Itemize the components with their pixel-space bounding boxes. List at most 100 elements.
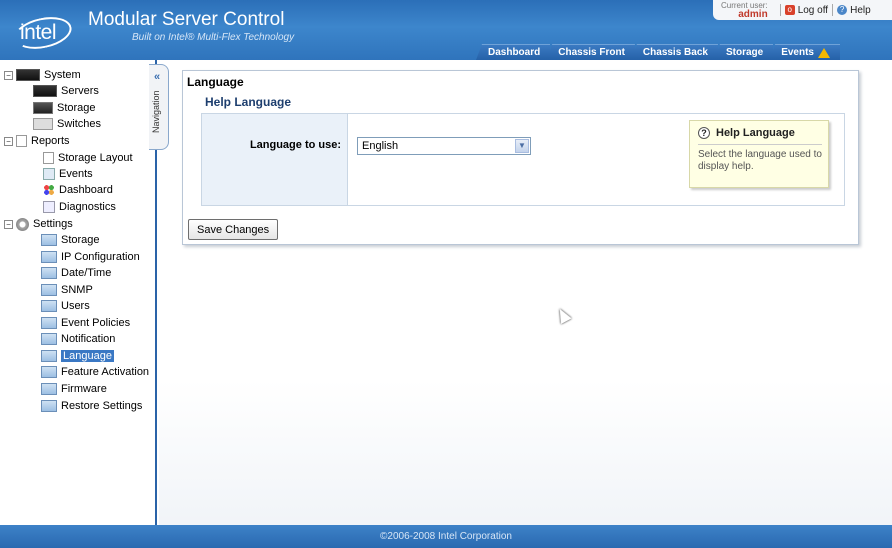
app-title: Modular Server Control xyxy=(88,9,285,30)
sidebar-item-label: Storage Layout xyxy=(58,152,133,164)
language-panel: Language Help Language Language to use: … xyxy=(182,70,859,245)
logoff-label: Log off xyxy=(797,4,829,16)
help-tooltip-heading: Help Language xyxy=(716,127,795,139)
sidebar-item-storage[interactable]: Storage xyxy=(33,100,96,116)
tab-events[interactable]: Events xyxy=(769,44,840,60)
sidebar-item-label: System xyxy=(44,69,81,81)
sidebar-item-ip-configuration[interactable]: IP Configuration xyxy=(41,249,140,265)
sidebar-item-label: Event Policies xyxy=(61,317,131,329)
help-tooltip-text: Select the language used to display help… xyxy=(698,149,822,172)
server-icon xyxy=(33,85,57,97)
sidebar-item-label: Language xyxy=(61,350,114,362)
sidebar-item-settings-storage[interactable]: Storage xyxy=(41,232,100,248)
tab-chassis-back[interactable]: Chassis Back xyxy=(630,44,718,60)
sidebar-item-label: Dashboard xyxy=(59,184,113,196)
divider xyxy=(698,144,822,145)
sidebar-item-system[interactable]: − System xyxy=(4,67,81,83)
collapse-icon[interactable]: − xyxy=(4,219,13,229)
app-subtitle: Built on Intel® Multi-Flex Technology xyxy=(132,32,295,43)
sidebar-item-label: Firmware xyxy=(61,383,107,395)
sidebar-item-notification[interactable]: Notification xyxy=(41,331,115,347)
language-select-value: English xyxy=(362,140,399,152)
sidebar-item-language[interactable]: Language xyxy=(41,348,114,364)
sidebar-item-diagnostics[interactable]: Diagnostics xyxy=(43,199,116,215)
sidebar-item-dashboard[interactable]: Dashboard xyxy=(43,182,113,198)
current-user-name: admin xyxy=(738,9,768,20)
language-select[interactable]: English ▼ xyxy=(357,137,531,155)
tab-storage[interactable]: Storage xyxy=(713,44,774,60)
sidebar-item-servers[interactable]: Servers xyxy=(33,83,99,99)
tab-label: Storage xyxy=(725,46,764,58)
settings-page-icon xyxy=(41,234,57,246)
language-field-label: Language to use: xyxy=(249,139,341,151)
tab-dashboard[interactable]: Dashboard xyxy=(476,44,551,60)
section-title: Help Language xyxy=(205,95,292,109)
logoff-link[interactable]: o Log off xyxy=(784,4,829,16)
sidebar-item-reports[interactable]: − Reports xyxy=(4,133,70,149)
question-icon: ? xyxy=(698,127,710,139)
help-label: Help xyxy=(850,4,871,16)
switch-icon xyxy=(33,118,53,130)
settings-page-icon xyxy=(41,267,57,279)
top-tabs: Dashboard Chassis Front Chassis Back Sto… xyxy=(476,44,840,60)
chevron-left-icon: « xyxy=(154,71,161,83)
sidebar-item-label: IP Configuration xyxy=(61,251,140,263)
sidebar-item-label: Servers xyxy=(61,85,99,97)
help-link[interactable]: ? Help xyxy=(837,5,871,16)
sidebar-item-firmware[interactable]: Firmware xyxy=(41,381,107,397)
settings-page-icon xyxy=(41,333,57,345)
intel-logo: intel xyxy=(11,12,75,54)
gear-icon xyxy=(16,217,29,231)
help-tooltip-title: ? Help Language xyxy=(698,127,795,139)
logo-text: intel xyxy=(20,21,57,44)
sidebar-item-users[interactable]: Users xyxy=(41,298,90,314)
collapse-icon[interactable]: − xyxy=(4,136,13,146)
tab-chassis-front[interactable]: Chassis Front xyxy=(546,44,635,60)
settings-page-icon xyxy=(41,383,57,395)
collapse-icon[interactable]: − xyxy=(4,70,13,80)
sidebar-item-storage-layout[interactable]: Storage Layout xyxy=(43,150,133,166)
settings-page-icon xyxy=(41,350,57,362)
settings-page-icon xyxy=(41,317,57,329)
report-icon xyxy=(16,135,27,147)
user-bar: Current user: admin o Log off ? Help xyxy=(713,0,892,20)
chassis-icon xyxy=(16,69,40,81)
divider xyxy=(832,4,834,16)
warning-icon xyxy=(818,47,830,58)
sidebar-item-label: SNMP xyxy=(61,284,93,296)
sidebar-item-date-time[interactable]: Date/Time xyxy=(41,265,111,281)
current-user: Current user: admin xyxy=(721,1,768,20)
document-icon xyxy=(43,152,54,164)
divider xyxy=(779,4,781,16)
sidebar-item-feature-activation[interactable]: Feature Activation xyxy=(41,364,149,380)
sidebar-item-label: Diagnostics xyxy=(59,201,116,213)
sidebar-item-label: Settings xyxy=(33,218,73,230)
list-icon xyxy=(43,168,55,180)
sidebar-item-switches[interactable]: Switches xyxy=(33,116,101,132)
sidebar-item-label: Feature Activation xyxy=(61,366,150,378)
tab-label: Chassis Front xyxy=(558,46,625,58)
sidebar-item-event-policies[interactable]: Event Policies xyxy=(41,315,130,331)
sidebar-item-label: Storage xyxy=(61,234,100,246)
help-tooltip: ? Help Language Select the language used… xyxy=(689,120,829,188)
power-icon: o xyxy=(784,5,795,15)
save-changes-button[interactable]: Save Changes xyxy=(188,219,279,240)
tab-label: Dashboard xyxy=(488,46,541,58)
content-background xyxy=(159,380,892,525)
mouse-cursor-icon xyxy=(554,306,572,324)
tab-label: Events xyxy=(781,46,814,58)
sidebar-item-events[interactable]: Events xyxy=(43,166,93,182)
navigation-toggle[interactable]: « Navigation xyxy=(149,64,169,150)
app-header: intel Modular Server Control Built on In… xyxy=(0,0,892,60)
sidebar-item-snmp[interactable]: SNMP xyxy=(41,282,93,298)
sidebar-item-restore-settings[interactable]: Restore Settings xyxy=(41,398,142,414)
sidebar: − System Servers Storage Switches − Repo… xyxy=(0,60,157,525)
navigation-label: Navigation xyxy=(151,90,161,133)
chevron-down-icon: ▼ xyxy=(515,139,529,153)
settings-page-icon xyxy=(41,300,57,312)
settings-page-icon xyxy=(41,366,57,378)
sidebar-item-settings[interactable]: − Settings xyxy=(4,216,73,232)
dashboard-icon xyxy=(43,184,55,196)
storage-icon xyxy=(33,102,53,114)
sidebar-item-label: Storage xyxy=(57,102,96,114)
